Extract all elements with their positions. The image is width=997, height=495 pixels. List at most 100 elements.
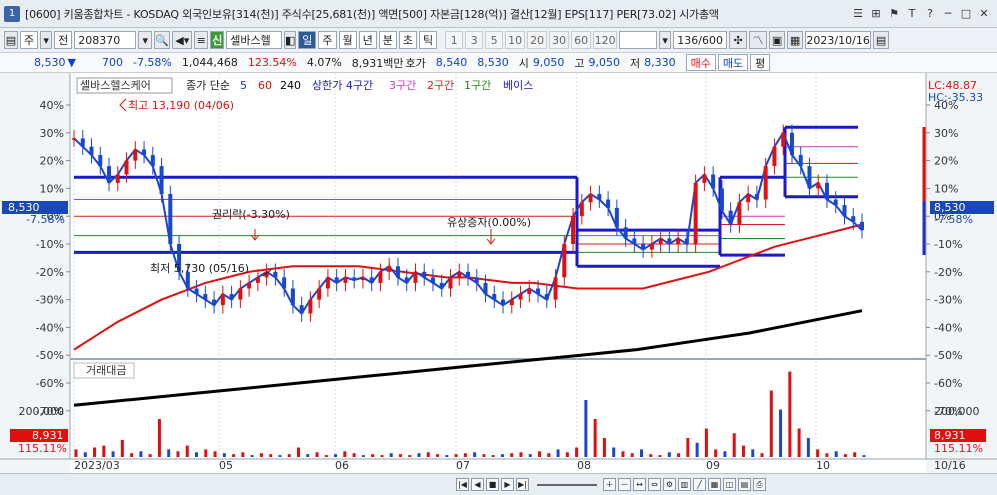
period-day[interactable]: 일 (298, 31, 317, 49)
date-input[interactable]: 2023/10/16 (805, 31, 872, 49)
settings-icon[interactable]: ⚙ (663, 478, 676, 491)
speaker-icon[interactable]: ◀▾ (172, 31, 193, 49)
grid-icon[interactable]: ▤ (738, 478, 751, 491)
candle-body (737, 202, 742, 225)
volume-bar (816, 449, 820, 457)
candle-body (588, 193, 593, 203)
interval-5[interactable]: 5 (485, 31, 504, 49)
annotation-high: 최고 13,190 (04/06) (128, 99, 234, 112)
save-icon[interactable]: ▣ (769, 31, 786, 49)
search-icon[interactable]: 🔍 (154, 31, 171, 49)
volume-bar (695, 442, 699, 457)
pan-icon[interactable]: ↔ (633, 478, 646, 491)
right-vol-pct: 115.11% (934, 442, 983, 455)
count-input[interactable]: 136/600 (673, 31, 728, 49)
turnover: 4.07% (306, 56, 342, 69)
maximize-button[interactable]: □ (959, 6, 973, 20)
flag-icon[interactable]: ◧ (284, 31, 297, 49)
chevron-down-icon[interactable]: ▾ (40, 31, 53, 49)
interval-120[interactable]: 120 (593, 31, 618, 49)
next-icon[interactable]: ▶ (501, 478, 514, 491)
calendar-icon[interactable]: ▤ (873, 31, 890, 49)
bar-icon[interactable]: ▦ (708, 478, 721, 491)
volume-bar (306, 454, 310, 457)
code-input[interactable]: 208370 (74, 31, 137, 49)
low-label: 저 (630, 56, 641, 70)
chart-area[interactable]: 40% 40% 30% 30% 20% 20% 10% 10% 0% 0% -10% -10% -20%… (0, 73, 997, 473)
interval-1[interactable]: 1 (445, 31, 464, 49)
candle-body (842, 205, 847, 217)
interval-3[interactable]: 3 (465, 31, 484, 49)
print-icon[interactable]: ⎙ (753, 478, 766, 491)
left-vol-pct: 115.11% (18, 442, 67, 455)
period-year[interactable]: 년 (358, 31, 377, 49)
table-icon[interactable]: ▦ (787, 31, 804, 49)
volume-bar (621, 451, 625, 457)
period-minute[interactable]: 분 (378, 31, 397, 49)
candle-body (623, 227, 628, 239)
volume-bar (232, 454, 236, 457)
prev-icon[interactable]: ◀ (471, 478, 484, 491)
zoom-in-icon[interactable]: ＋ (603, 478, 616, 491)
custom-interval-input[interactable] (619, 31, 658, 49)
price-chart[interactable]: 40% 40%30% 30%20% 20%10% 10%0% 0%-10% -10%-20%… (0, 73, 997, 473)
interval-30[interactable]: 30 (549, 31, 570, 49)
candle-body (711, 174, 716, 189)
close-button[interactable]: ✕ (977, 6, 991, 20)
candle-body (641, 244, 646, 250)
price-change: 700 (101, 56, 123, 69)
volume-bar (204, 449, 208, 457)
legend-z2: 2구간 (427, 79, 454, 92)
grid-icon[interactable]: ⊞ (869, 6, 883, 20)
interval-60[interactable]: 60 (571, 31, 592, 49)
chart-icon[interactable]: ◫ (723, 478, 736, 491)
title-bar: 1 [0600] 키움종합차트 - KOSDAQ 외국인보유[314(천)] 주… (0, 0, 997, 28)
fit-icon[interactable]: ⇔ (648, 478, 661, 491)
volume-bar (361, 455, 365, 457)
zoom-out-icon[interactable]: － (618, 478, 631, 491)
chevron-down-icon[interactable]: ▾ (138, 31, 153, 49)
buy-button[interactable]: 매수 (685, 54, 716, 71)
volume-pane-title: 거래대금 (86, 364, 126, 377)
volume-bar (250, 455, 254, 457)
scroll-slider[interactable] (537, 483, 597, 486)
volume-bar (575, 447, 579, 457)
interval-20[interactable]: 20 (527, 31, 548, 49)
last-icon[interactable]: ▶| (516, 478, 529, 491)
stop-icon[interactable]: ■ (486, 478, 499, 491)
candle-body (247, 282, 252, 289)
candle-icon[interactable]: ▥ (678, 478, 691, 491)
window-buttons: ☰ ⊞ ⚑ T ? ─ □ ✕ (851, 6, 991, 20)
sell-button[interactable]: 매도 (717, 54, 749, 71)
crosshair-icon[interactable]: ✣ (729, 31, 748, 49)
first-icon[interactable]: |◀ (456, 478, 469, 491)
flag-icon[interactable]: ⚑ (887, 6, 901, 20)
menu-icon[interactable]: ☰ (851, 6, 865, 20)
interval-10[interactable]: 10 (505, 31, 526, 49)
minimize-button[interactable]: ─ (941, 6, 955, 20)
left-pct-label: -7.58% (26, 213, 65, 226)
period-second[interactable]: 초 (398, 31, 417, 49)
chevron-down-icon[interactable]: ▾ (659, 31, 672, 49)
text-icon[interactable]: T (905, 6, 919, 20)
layout-icon[interactable]: ▤ (4, 31, 18, 49)
candle-body (360, 277, 365, 281)
list-icon[interactable]: ≡ (194, 31, 209, 49)
candle-body (860, 221, 864, 231)
chart-type-select[interactable]: 주 (20, 31, 39, 49)
market-select[interactable]: 전 (54, 31, 73, 49)
eval-button[interactable]: 평 (750, 54, 771, 71)
draw-icon[interactable]: 〽 (749, 31, 768, 49)
period-tick[interactable]: 틱 (419, 31, 438, 49)
period-week[interactable]: 주 (318, 31, 337, 49)
end-date-label: 10/16 (934, 459, 966, 472)
line-icon[interactable]: ╱ (693, 478, 706, 491)
period-month[interactable]: 월 (338, 31, 357, 49)
volume-bar (157, 419, 161, 457)
help-icon[interactable]: ? (923, 6, 937, 20)
volume-bar (806, 438, 810, 457)
vol-tick-label-left: 200,000 (19, 405, 65, 418)
volume-bar (426, 452, 430, 457)
legend-name: 셀바스헬스케어 (80, 79, 151, 92)
volume-bar (352, 453, 356, 457)
